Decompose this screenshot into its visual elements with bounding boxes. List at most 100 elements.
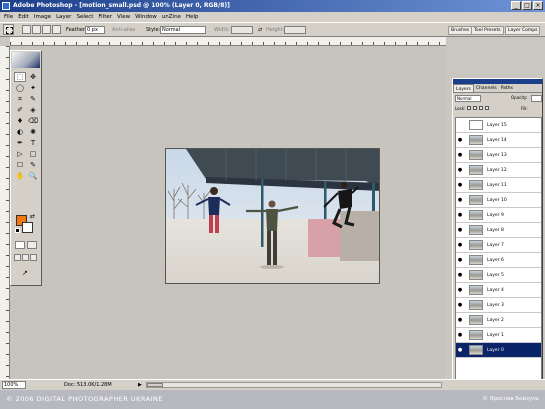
subtract-selection-button[interactable] <box>42 25 51 34</box>
lock-position-icon[interactable] <box>479 106 483 110</box>
layer-row[interactable]: ● Layer 11 <box>456 178 541 193</box>
type-tool-icon[interactable]: □ <box>27 149 39 159</box>
layer-row[interactable]: ● Layer 6 <box>456 253 541 268</box>
visibility-eye-icon[interactable]: ● <box>456 227 464 233</box>
shape-tool-icon[interactable]: ✎ <box>27 160 39 170</box>
horizontal-scrollbar[interactable] <box>146 382 442 388</box>
vertical-ruler[interactable] <box>0 46 10 379</box>
menu-help[interactable]: Help <box>186 12 199 22</box>
tab-layers[interactable]: Layers <box>453 84 474 92</box>
visibility-eye-icon[interactable]: ● <box>456 212 464 218</box>
menu-view[interactable]: View <box>117 12 130 22</box>
visibility-eye-icon[interactable]: ● <box>456 197 464 203</box>
blur-tool-icon[interactable]: ✒ <box>14 138 26 148</box>
swap-dimensions-icon[interactable]: ⇄ <box>258 26 262 34</box>
visibility-eye-icon[interactable]: ● <box>456 167 464 173</box>
dock-tab-layer-comps[interactable]: Layer Comps <box>505 26 541 35</box>
add-selection-button[interactable] <box>32 25 41 34</box>
visibility-eye-icon[interactable]: ● <box>456 347 464 353</box>
layer-row[interactable]: ● Layer 7 <box>456 238 541 253</box>
eraser-tool-icon[interactable]: ◐ <box>14 127 26 137</box>
layer-row[interactable]: ● Layer 9 <box>456 208 541 223</box>
new-selection-button[interactable] <box>22 25 31 34</box>
standard-screen-mode-button[interactable] <box>14 254 21 261</box>
visibility-eye-icon[interactable]: ● <box>456 242 464 248</box>
visibility-eye-icon[interactable]: ● <box>456 152 464 158</box>
clone-stamp-tool-icon[interactable]: ♦ <box>14 116 26 126</box>
layer-row[interactable]: ● Layer 5 <box>456 268 541 283</box>
visibility-eye-icon[interactable]: ● <box>456 317 464 323</box>
dock-tab-tool-presets[interactable]: Tool Presets <box>471 26 504 35</box>
menu-image[interactable]: Image <box>34 12 51 22</box>
lock-all-icon[interactable] <box>485 106 489 110</box>
close-button[interactable]: × <box>533 1 543 10</box>
visibility-eye-icon[interactable]: ● <box>456 272 464 278</box>
menu-select[interactable]: Select <box>76 12 93 22</box>
swap-colors-icon[interactable]: ⇄ <box>30 213 35 220</box>
layer-row[interactable]: ● Layer 10 <box>456 193 541 208</box>
visibility-eye-icon[interactable]: ● <box>456 332 464 338</box>
default-colors-icon[interactable] <box>15 228 20 233</box>
healing-brush-tool-icon[interactable]: ✐ <box>14 105 26 115</box>
gradient-tool-icon[interactable]: ✺ <box>27 127 39 137</box>
lock-transparency-icon[interactable] <box>467 106 471 110</box>
maximize-button[interactable]: □ <box>522 1 532 10</box>
layer-row[interactable]: ● Layer 2 <box>456 313 541 328</box>
intersect-selection-button[interactable] <box>52 25 61 34</box>
minimize-button[interactable]: _ <box>511 1 521 10</box>
layer-row[interactable]: ● Layer 14 <box>456 133 541 148</box>
horizontal-ruler[interactable] <box>10 37 446 46</box>
document-canvas[interactable] <box>165 148 380 284</box>
visibility-eye-icon[interactable]: ● <box>456 182 464 188</box>
layer-row[interactable]: ● Layer 3 <box>456 298 541 313</box>
menu-unzine[interactable]: unZine <box>162 12 181 22</box>
tool-preset-picker[interactable] <box>3 24 14 35</box>
eyedropper-tool-icon[interactable]: 🔍 <box>27 171 39 181</box>
crop-tool-icon[interactable]: ⌗ <box>14 94 26 104</box>
opacity-input[interactable] <box>531 95 542 102</box>
marquee-tool-icon[interactable]: ⬚ <box>14 72 26 82</box>
style-select[interactable]: Normal <box>160 26 206 34</box>
menu-filter[interactable]: Filter <box>98 12 112 22</box>
layer-row[interactable]: ● Layer 4 <box>456 283 541 298</box>
lasso-tool-icon[interactable]: ◯ <box>14 83 26 93</box>
layer-row[interactable]: Layer 15 <box>456 118 541 133</box>
tab-paths[interactable]: Paths <box>499 84 515 92</box>
dodge-tool-icon[interactable]: T <box>27 138 39 148</box>
layer-row[interactable]: ● Layer 8 <box>456 223 541 238</box>
visibility-eye-icon[interactable]: ● <box>456 302 464 308</box>
standard-mode-button[interactable] <box>15 241 25 249</box>
full-screen-menu-mode-button[interactable] <box>22 254 29 261</box>
scrollbar-thumb[interactable] <box>147 383 163 387</box>
height-input[interactable] <box>284 26 306 34</box>
path-selection-tool-icon[interactable]: ☐ <box>14 160 26 170</box>
history-brush-tool-icon[interactable]: ⌫ <box>27 116 39 126</box>
tab-channels[interactable]: Channels <box>474 84 499 92</box>
zoom-level-input[interactable]: 100% <box>2 381 26 389</box>
layer-row[interactable]: ● Layer 1 <box>456 328 541 343</box>
blend-mode-select[interactable]: Normal <box>455 95 481 102</box>
move-tool-icon[interactable]: ✥ <box>27 72 39 82</box>
notes-tool-icon[interactable]: ✋ <box>14 171 26 181</box>
magic-wand-tool-icon[interactable]: ✦ <box>27 83 39 93</box>
antialias-checkbox[interactable]: Anti-alias <box>112 26 135 34</box>
visibility-eye-icon[interactable]: ● <box>456 137 464 143</box>
quick-mask-mode-button[interactable] <box>27 241 37 249</box>
visibility-eye-icon[interactable]: ● <box>456 257 464 263</box>
menu-edit[interactable]: Edit <box>18 12 29 22</box>
width-input[interactable] <box>231 26 253 34</box>
layer-row[interactable]: ● Layer 13 <box>456 148 541 163</box>
full-screen-mode-button[interactable] <box>30 254 37 261</box>
menu-layer[interactable]: Layer <box>56 12 71 22</box>
layer-row[interactable]: ● Layer 12 <box>456 163 541 178</box>
layer-row[interactable]: ● Layer 0 <box>456 343 541 358</box>
status-menu-arrow-icon[interactable]: ▶ <box>138 382 142 388</box>
feather-input[interactable]: 0 px <box>85 26 105 34</box>
visibility-eye-icon[interactable]: ● <box>456 287 464 293</box>
dock-tab-brushes[interactable]: Brushes <box>448 26 473 35</box>
menu-file[interactable]: File <box>4 12 13 22</box>
pen-tool-icon[interactable]: ▷ <box>14 149 26 159</box>
brush-tool-icon[interactable]: ◈ <box>27 105 39 115</box>
menu-window[interactable]: Window <box>135 12 157 22</box>
lock-pixels-icon[interactable] <box>473 106 477 110</box>
